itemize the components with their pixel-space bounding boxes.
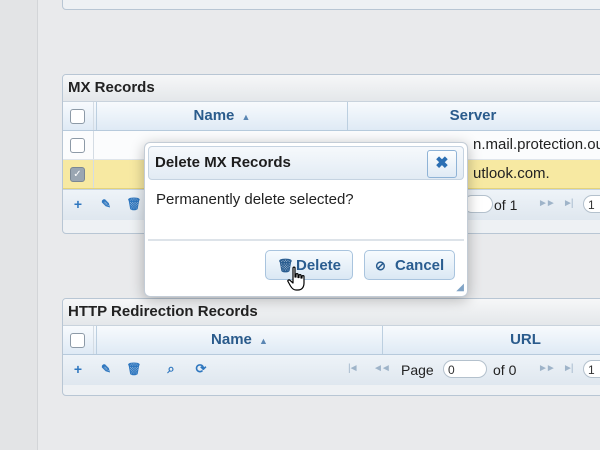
row-server-value: utlook.com. xyxy=(473,165,550,182)
hand-cursor-icon xyxy=(287,266,305,291)
pencil-icon[interactable]: ✎ xyxy=(98,196,114,212)
magnifier-icon[interactable]: ⌕ xyxy=(163,361,179,377)
plus-icon[interactable]: + xyxy=(70,361,86,377)
plus-icon[interactable]: + xyxy=(70,196,86,212)
delete-button[interactable]: 🗑 Delete xyxy=(265,250,353,280)
http-table-header: Name ▲ URL xyxy=(63,326,600,355)
next-page-icon[interactable]: ►► xyxy=(538,198,556,209)
row-checkbox[interactable] xyxy=(70,138,85,153)
column-server-label: Server xyxy=(449,107,497,124)
column-header-name[interactable]: Name ▲ xyxy=(96,326,382,354)
http-toolbar: + ✎ 🗑 ⌕ ⟳ |◄ ◄◄ Page 0 of 0 ►► ►| 1 xyxy=(63,355,600,385)
trash-icon[interactable]: 🗑 xyxy=(126,361,142,377)
dialog-title: Delete MX Records xyxy=(155,154,291,171)
page-size-input[interactable]: 1 xyxy=(583,360,600,378)
resize-grip-icon[interactable]: ◢ xyxy=(454,283,464,293)
column-name-label: Name xyxy=(193,107,235,124)
row-server-value: n.mail.protection.ou xyxy=(473,136,600,153)
select-all-cell xyxy=(63,102,94,130)
dialog-divider xyxy=(148,239,464,241)
page-number-input[interactable]: 0 xyxy=(443,360,487,378)
last-page-icon[interactable]: ►| xyxy=(563,198,573,209)
http-redirection-panel: HTTP Redirection Records Name ▲ URL + ✎ … xyxy=(62,298,600,396)
column-header-server[interactable]: Server xyxy=(347,102,598,130)
pencil-icon[interactable]: ✎ xyxy=(98,361,114,377)
row-checkbox-checked[interactable]: ✓ xyxy=(70,167,85,182)
select-all-checkbox[interactable] xyxy=(70,109,85,124)
close-icon[interactable]: ✖ xyxy=(427,150,457,178)
column-header-name[interactable]: Name ▲ xyxy=(96,102,347,130)
select-all-cell xyxy=(63,326,94,354)
trash-icon[interactable]: 🗑 xyxy=(126,196,142,212)
sort-icon[interactable]: ▲ xyxy=(259,336,268,346)
column-name-label: Name xyxy=(211,331,252,348)
left-sidebar-strip xyxy=(0,0,38,450)
select-all-checkbox[interactable] xyxy=(70,333,85,348)
refresh-icon[interactable]: ⟳ xyxy=(193,361,209,377)
cancel-button-label: Cancel xyxy=(395,257,445,274)
row-checkbox-cell: ✓ xyxy=(63,160,94,188)
dialog-message: Permanently delete selected? xyxy=(156,191,354,208)
page-size-input[interactable]: 1 xyxy=(583,195,600,213)
sort-icon[interactable]: ▲ xyxy=(242,112,251,122)
next-page-icon[interactable]: ►► xyxy=(538,363,556,374)
page-count-text: of 1 xyxy=(494,197,518,213)
mx-table-header: Name ▲ Server xyxy=(63,102,600,131)
last-page-icon[interactable]: ►| xyxy=(563,363,573,374)
mx-panel-title: MX Records xyxy=(63,75,600,102)
first-page-icon[interactable]: |◄ xyxy=(348,363,358,374)
cancel-button[interactable]: ⊘ Cancel xyxy=(364,250,455,280)
prev-page-icon[interactable]: ◄◄ xyxy=(373,363,391,374)
http-panel-title: HTTP Redirection Records xyxy=(63,299,600,326)
page-count-text: of 0 xyxy=(493,362,517,378)
ban-icon: ⊘ xyxy=(375,258,386,273)
page-label: Page xyxy=(401,362,434,378)
column-url-label: URL xyxy=(510,331,541,348)
row-checkbox-cell xyxy=(63,131,94,159)
column-header-url[interactable]: URL xyxy=(382,326,600,354)
dialog-titlebar[interactable]: Delete MX Records ✖ xyxy=(148,146,464,180)
top-panel-partial xyxy=(62,0,600,10)
